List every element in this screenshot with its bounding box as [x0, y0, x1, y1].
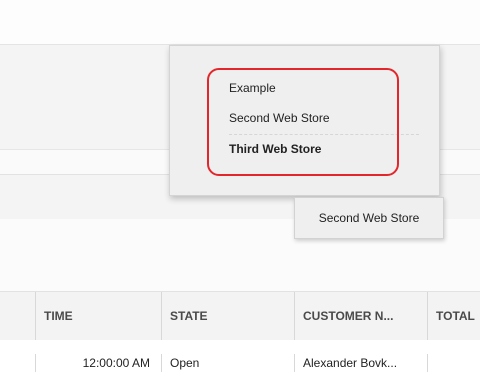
- cell-divider: [427, 354, 428, 372]
- store-selector-button[interactable]: Second Web Store: [294, 197, 444, 239]
- cell-time: 12:00:00 AM: [35, 354, 161, 372]
- store-dropdown-menu: Example Second Web Store Third Web Store: [169, 45, 440, 196]
- column-header-total[interactable]: TOTAL: [427, 292, 480, 340]
- cell-state: Open: [161, 354, 294, 372]
- top-toolbar: [0, 0, 480, 45]
- column-header-state[interactable]: STATE: [161, 292, 294, 340]
- column-header-customer-name[interactable]: CUSTOMER N...: [294, 292, 427, 340]
- column-header-time[interactable]: TIME: [35, 292, 161, 340]
- grid-header: TIME STATE CUSTOMER N... TOTAL: [0, 291, 480, 341]
- menu-item-third-web-store[interactable]: Third Web Store: [229, 134, 419, 162]
- table-row[interactable]: 12:00:00 AM Open Alexander Bovk...: [0, 340, 480, 381]
- menu-item-example[interactable]: Example: [229, 74, 419, 102]
- cell-customer-name: Alexander Bovk...: [294, 354, 427, 372]
- menu-item-second-web-store[interactable]: Second Web Store: [229, 104, 419, 132]
